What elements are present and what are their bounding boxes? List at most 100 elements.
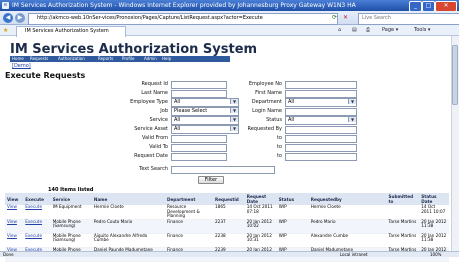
text-search-label: Text Search [139, 166, 168, 172]
table-row: View Execute Mobile Phone (Samsung) Aigu… [5, 233, 449, 248]
department-label: Department [251, 99, 282, 105]
col-submitted-to-header[interactable]: Submitted to [386, 193, 420, 205]
security-zone: Local intranet [340, 252, 368, 257]
cell-submitted-to: Tarse Martins [386, 233, 420, 248]
request-date-to-input[interactable] [285, 153, 357, 161]
status-select[interactable]: All ▼ [285, 116, 357, 125]
window-title: IM Services Authorization System - Windo… [12, 2, 356, 9]
request-date-to-label: to [276, 153, 282, 159]
service-value: All [174, 117, 181, 123]
cell-requestedby: Hermie Cloete [308, 204, 387, 220]
menu-help[interactable]: Help [162, 56, 171, 62]
login-name-input[interactable] [285, 108, 357, 116]
cell-name: Aiguito Alexandre Alfredo Cumbe [91, 233, 165, 248]
scrollbar-thumb[interactable] [452, 45, 458, 105]
address-bar: ◀ ▶ http://akmco-web.10nSer-vices/Pronox… [0, 11, 459, 25]
menu-profile[interactable]: Profile [122, 56, 134, 62]
cell-service: Mobile Phone (Samsung) [50, 233, 92, 248]
status-text: Done [3, 252, 14, 257]
execute-link[interactable]: Execute [25, 219, 42, 224]
request-date-label: Request Date [134, 153, 168, 159]
refresh-icon[interactable]: ⟳ [332, 14, 337, 21]
ie-icon: e [2, 2, 9, 9]
valid-to-to-label: to [276, 144, 282, 150]
chevron-down-icon: ▼ [348, 99, 356, 104]
table-row: View Execute Mobile Phone (Samsung) Pedr… [5, 219, 449, 234]
page-heading: Execute Requests [5, 71, 86, 80]
execute-link[interactable]: Execute [25, 233, 42, 238]
zoom-level[interactable]: 100% [430, 252, 441, 257]
execute-link[interactable]: Execute [25, 204, 42, 209]
menu-admin[interactable]: Admin [144, 56, 157, 62]
view-link[interactable]: View [7, 219, 17, 224]
cell-requestedby: Alexandre Cumbe [308, 233, 387, 248]
service-asset-value: All [174, 126, 181, 132]
cell-name: Pedro Couto Mario [91, 219, 165, 234]
view-link[interactable]: View [7, 233, 17, 238]
cell-request-date: 20 Jan 2012 10:31 [244, 233, 277, 248]
cell-request-date: 20 Jan 2012 10:02 [244, 219, 277, 234]
department-select[interactable]: All ▼ [285, 98, 357, 107]
cell-status-date: 14 Oct 2011 10:07 [419, 204, 449, 220]
search-input[interactable]: Live Search [358, 13, 459, 25]
menu-authorization[interactable]: Authorization [58, 56, 85, 62]
employee-type-value: All [174, 99, 181, 105]
department-value: All [288, 99, 295, 105]
cell-service: IM Equipment [50, 204, 92, 220]
valid-to-to-input[interactable] [285, 144, 357, 152]
status-bar: Done Local intranet 100% [0, 251, 459, 257]
chevron-down-icon: ▼ [348, 117, 356, 122]
employee-no-label: Employee No [248, 81, 282, 87]
view-link[interactable]: View [7, 204, 17, 209]
login-name-label: Login Name [252, 108, 282, 114]
forward-icon[interactable]: ▶ [15, 13, 25, 23]
valid-from-to-input[interactable] [285, 135, 357, 143]
cell-requestid: 2238 [212, 233, 245, 248]
menu-requests[interactable]: Requests [30, 56, 48, 62]
feeds-icon[interactable]: ▤ [352, 27, 357, 34]
page-menu-label: Page [382, 27, 395, 33]
first-name-input[interactable] [285, 90, 357, 98]
tools-menu[interactable]: Tools ▾ [414, 27, 430, 34]
cell-requestid: 1865 [212, 204, 245, 220]
print-icon[interactable]: ⎙ [366, 27, 370, 34]
last-name-label: Last Name [141, 90, 168, 96]
tab-label: IM Services Authorization System [25, 28, 109, 34]
url-field[interactable]: http://akmco-web.10nSer-vices/Pronoxion/… [28, 13, 338, 25]
cell-name: Hermie Cloete [91, 204, 165, 220]
page-menu[interactable]: Page ▾ [382, 27, 398, 34]
home-icon[interactable]: ⌂ [338, 27, 341, 34]
cell-status: WIP [276, 233, 309, 248]
app-menu-bar: Home Requests Authorization Reports Prof… [10, 56, 230, 62]
cell-status-date: 20 Jan 2012 11:38 [419, 219, 449, 234]
filter-button[interactable]: Filter [198, 176, 224, 184]
window-title-bar: e IM Services Authorization System - Win… [0, 0, 459, 12]
cell-requestedby: Pedro Mario [308, 219, 387, 234]
job-value: Please Select [174, 108, 208, 114]
valid-from-to-label: to [276, 135, 282, 141]
stop-icon[interactable]: ✕ [343, 14, 348, 21]
cell-requestid: 2237 [212, 219, 245, 234]
menu-reports[interactable]: Reports [98, 56, 113, 62]
cell-request-date: 14 Oct 2011 07:18 [244, 204, 277, 220]
text-search-input[interactable] [171, 166, 275, 174]
cell-service: Mobile Phone (Samsung) [50, 219, 92, 234]
cell-submitted-to [386, 205, 420, 220]
service-label: Service [149, 117, 168, 123]
employee-no-input[interactable] [285, 81, 357, 89]
tab-command-bar: ★ IM Services Authorization System ⌂ ▤ ⎙… [0, 25, 459, 37]
menu-home[interactable]: Home [12, 56, 24, 62]
back-icon[interactable]: ◀ [3, 13, 13, 23]
cell-status: WIP [276, 204, 309, 220]
requested-by-label: Requested By [247, 126, 282, 132]
app-title: IM Services Authorization System [10, 42, 258, 57]
table-row: View Execute IM Equipment Hermie Cloete … [5, 204, 449, 220]
valid-from-label: Valid From [141, 135, 168, 141]
status-value: All [288, 117, 295, 123]
status-label: Status [266, 117, 282, 123]
request-id-label: Request Id [141, 81, 168, 87]
demo-link[interactable]: [Demo] [12, 63, 31, 69]
favorites-star-icon[interactable]: ★ [3, 27, 8, 34]
service-asset-label: Service Asset [134, 126, 168, 132]
requested-by-input[interactable] [285, 126, 357, 134]
